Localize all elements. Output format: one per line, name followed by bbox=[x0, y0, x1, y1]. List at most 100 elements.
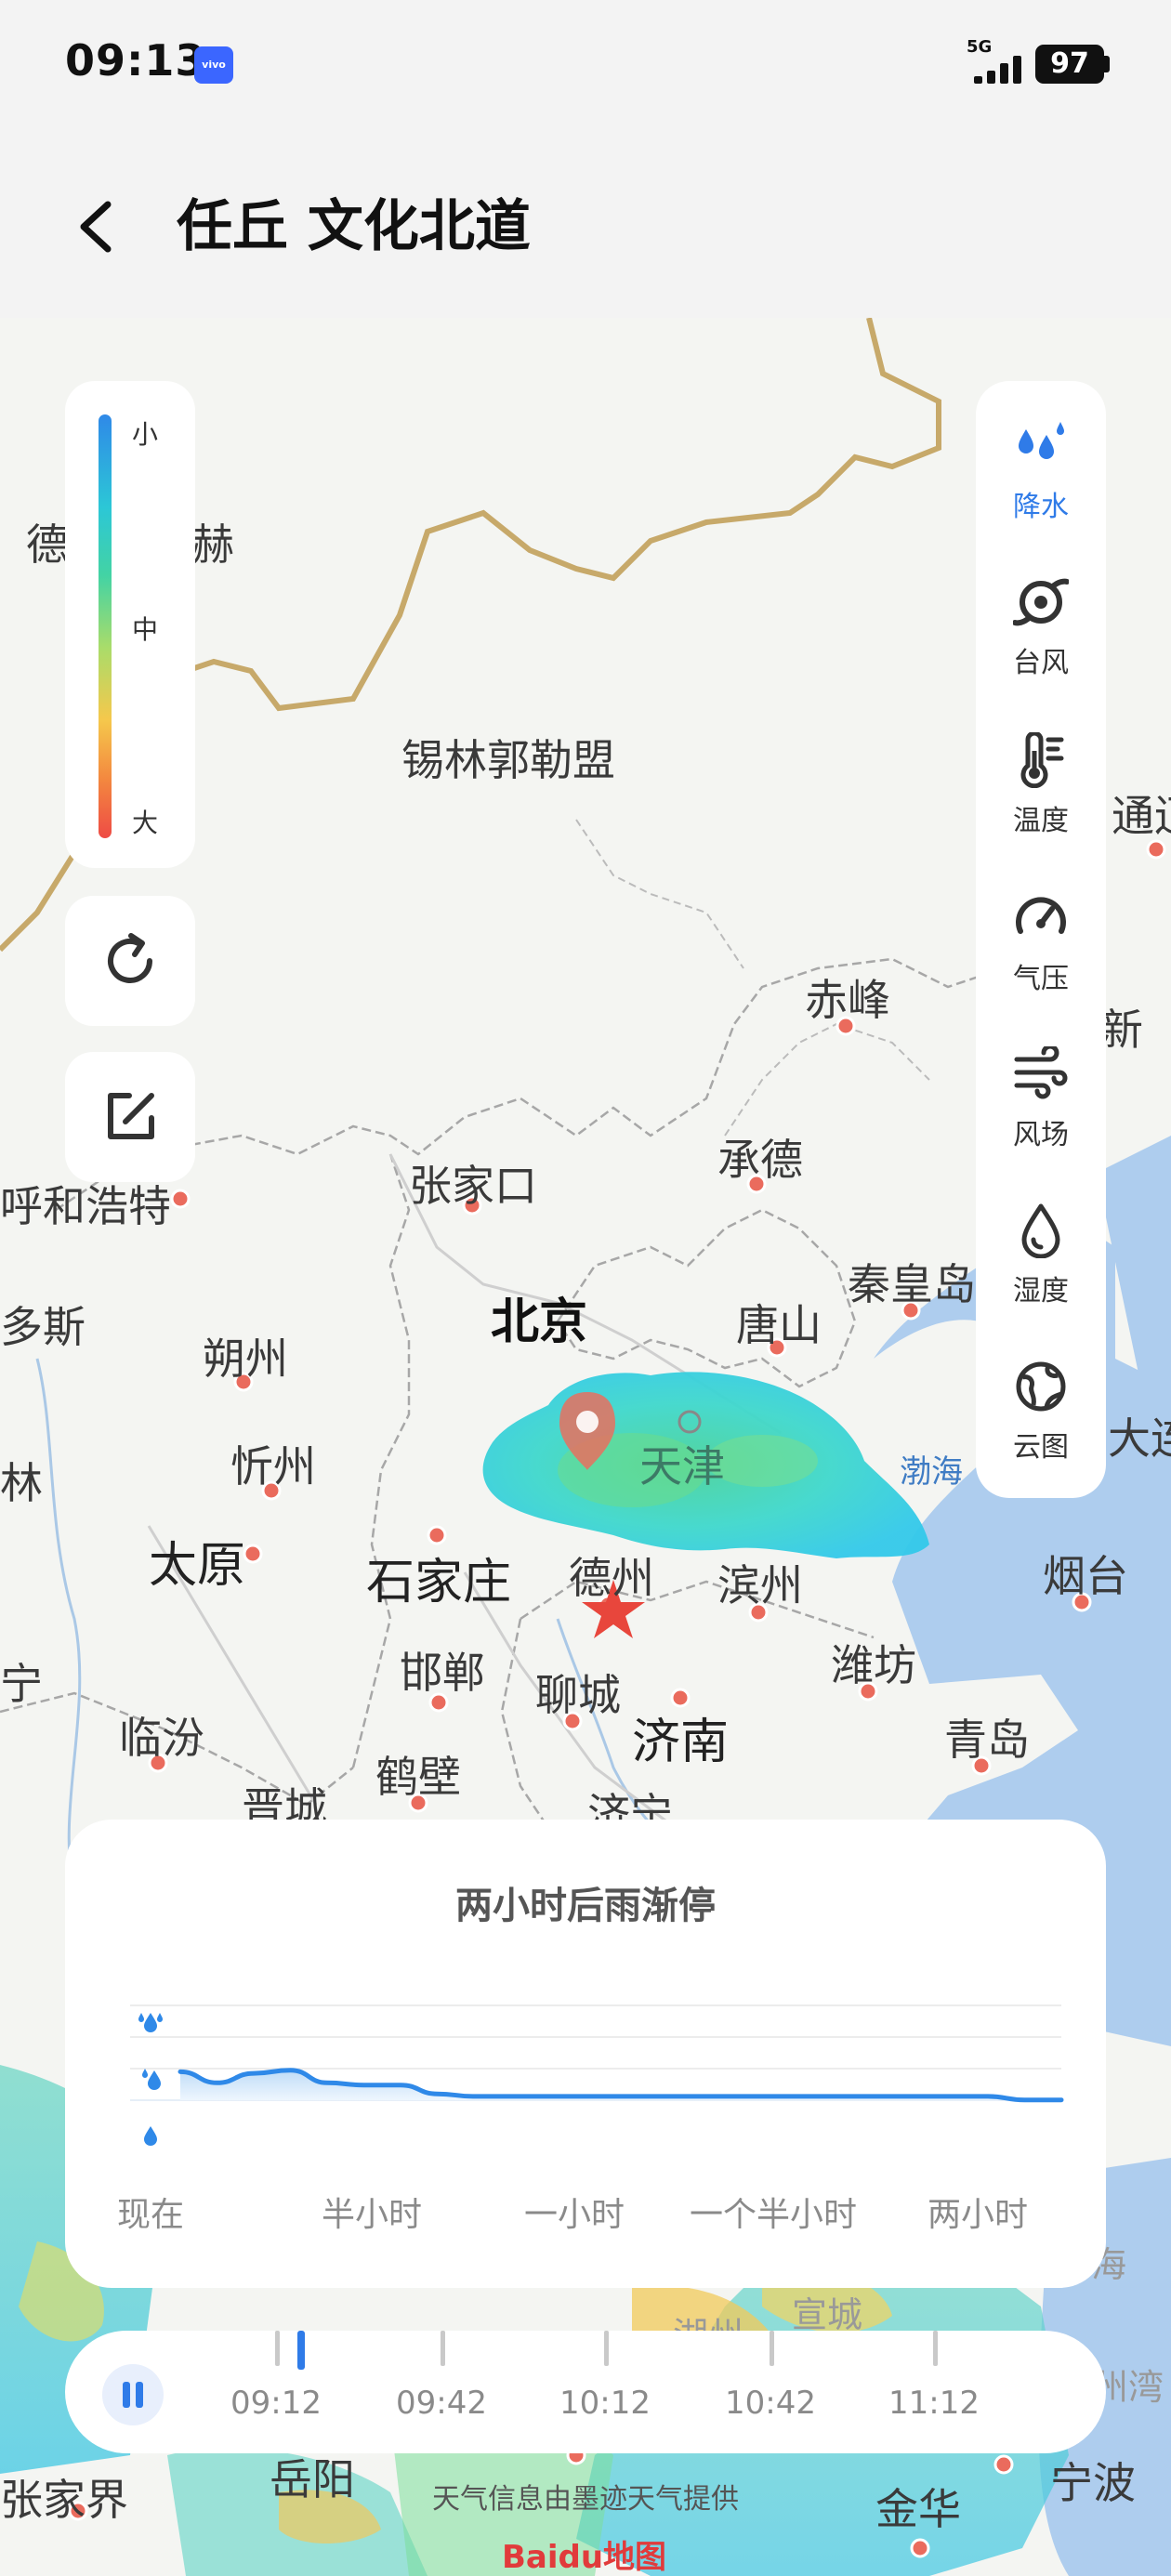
battery-indicator: 97 bbox=[1035, 45, 1104, 84]
layer-wind-label: 风场 bbox=[1013, 1119, 1069, 1151]
layer-pressure-label: 气压 bbox=[1013, 963, 1069, 995]
edit-icon bbox=[108, 1093, 154, 1139]
map-label-xuancheng: 宣城 bbox=[792, 2294, 863, 2335]
layer-cloud[interactable]: 云图 bbox=[976, 1359, 1106, 1498]
timeline-tick bbox=[275, 2331, 280, 2366]
map-label-lin: 林 bbox=[0, 1458, 43, 1508]
map-label-hebi: 鹤壁 bbox=[375, 1752, 461, 1802]
tick-label-now: 现在 bbox=[117, 2196, 185, 2234]
battery-tip bbox=[1104, 56, 1110, 72]
map-label-shijiazhuang: 石家庄 bbox=[366, 1555, 512, 1610]
map-label-bohai: 渤海 bbox=[900, 1453, 963, 1491]
legend-high-label: 大 bbox=[132, 808, 159, 838]
brand-chip: vivo bbox=[194, 46, 233, 84]
layer-temperature[interactable]: 温度 bbox=[976, 732, 1106, 872]
map-label-xilin: 锡林郭勒盟 bbox=[401, 735, 615, 785]
layer-humidity-label: 湿度 bbox=[1013, 1275, 1069, 1308]
map-label-chengde: 承德 bbox=[717, 1135, 803, 1185]
page-title: 任丘 文化北道 bbox=[177, 194, 531, 259]
timeline-time: 10:12 bbox=[559, 2385, 651, 2422]
map-label-anning: 宁 bbox=[0, 1659, 43, 1709]
timeline-tick bbox=[604, 2331, 609, 2366]
map-label-jinan: 济南 bbox=[632, 1715, 730, 1770]
layer-typhoon-label: 台风 bbox=[1013, 647, 1069, 679]
forecast-title: 两小时后雨渐停 bbox=[455, 1885, 716, 1927]
refresh-button[interactable] bbox=[65, 896, 195, 1026]
signal-icon bbox=[974, 56, 1021, 84]
timeline-time: 09:12 bbox=[230, 2385, 322, 2422]
rain-forecast-card: 两小时后雨渐停 现在 半小时 一小时 一个半小时 两小时 bbox=[65, 1820, 1106, 2288]
layer-typhoon[interactable]: 台风 bbox=[976, 574, 1106, 714]
layer-temperature-label: 温度 bbox=[1013, 805, 1069, 837]
layer-cloud-label: 云图 bbox=[1013, 1431, 1069, 1464]
layer-humidity[interactable]: 湿度 bbox=[976, 1203, 1106, 1342]
thermometer-icon bbox=[1020, 732, 1064, 788]
map-label-de: 德 bbox=[26, 519, 69, 570]
timeline-cursor[interactable] bbox=[297, 2331, 305, 2370]
map-label-tongliao: 通辽 bbox=[1112, 791, 1171, 841]
pause-icon-bar-right bbox=[136, 2382, 143, 2408]
map-label-he: 赫 bbox=[191, 519, 234, 570]
clock: 09:13 bbox=[65, 35, 206, 85]
map-label-duosi: 多斯 bbox=[0, 1302, 86, 1352]
timeline-tick bbox=[933, 2331, 938, 2366]
tick-label-one-half-hour: 一个半小时 bbox=[690, 2196, 858, 2234]
timeline-time: 11:12 bbox=[888, 2385, 980, 2422]
map-label-liaocheng: 聊城 bbox=[535, 1670, 621, 1720]
data-attribution: 天气信息由墨迹天气提供 bbox=[432, 2483, 739, 2516]
map-label-zhangjiakou: 张家口 bbox=[409, 1161, 537, 1211]
timeline-tick bbox=[441, 2331, 445, 2366]
rain-drops-icon bbox=[1019, 422, 1064, 459]
typhoon-icon bbox=[1013, 578, 1069, 626]
pause-icon-bar-left bbox=[123, 2382, 130, 2408]
globe-icon bbox=[1016, 1361, 1066, 1412]
chart-level-icons bbox=[138, 2013, 163, 2146]
back-icon[interactable] bbox=[72, 193, 121, 260]
legend-low-label: 小 bbox=[132, 419, 159, 450]
tick-label-one-hour: 一小时 bbox=[524, 2196, 625, 2234]
map-label-shuozhou: 朔州 bbox=[203, 1334, 288, 1384]
refresh-icon bbox=[108, 933, 152, 983]
level-light-icon bbox=[144, 2126, 157, 2146]
map-label-taiyuan: 太原 bbox=[149, 1538, 246, 1594]
legend-gradient-bar bbox=[99, 414, 112, 838]
map-label-qingdao: 青岛 bbox=[944, 1715, 1030, 1765]
map-label-xin: 新 bbox=[1100, 1005, 1143, 1055]
pause-button[interactable] bbox=[102, 2364, 164, 2425]
status-bar: 09:13 vivo 5G 97 bbox=[0, 0, 1171, 130]
layer-wind[interactable]: 风场 bbox=[976, 1046, 1106, 1186]
map-label-tangshan: 唐山 bbox=[736, 1300, 822, 1350]
rain-chart bbox=[130, 2004, 1064, 2146]
humidity-drop-icon bbox=[1021, 1203, 1060, 1258]
legend-mid-label: 中 bbox=[132, 614, 159, 645]
map-label-beijing: 北京 bbox=[491, 1295, 588, 1350]
map-label-linfen: 临汾 bbox=[119, 1713, 204, 1763]
map-label-chifeng: 赤峰 bbox=[805, 975, 890, 1025]
map-label-yantai: 烟台 bbox=[1043, 1551, 1128, 1601]
tick-label-two-hours: 两小时 bbox=[928, 2196, 1029, 2234]
precipitation-legend: 小 中 大 bbox=[65, 381, 195, 868]
timeline-time: 10:42 bbox=[725, 2385, 816, 2422]
map-label-qinhuangdao: 秦皇岛 bbox=[848, 1259, 976, 1309]
gauge-icon bbox=[1016, 897, 1066, 934]
map-label-xinzhou: 忻州 bbox=[230, 1441, 316, 1492]
timeline-tick bbox=[770, 2331, 774, 2366]
edit-button[interactable] bbox=[65, 1052, 195, 1182]
map-label-dezhou: 德州 bbox=[569, 1553, 654, 1603]
map-label-tianjin: 天津 bbox=[639, 1441, 725, 1492]
map-label-binzhou: 滨州 bbox=[717, 1560, 803, 1610]
map-label-dalian: 大连 bbox=[1108, 1413, 1171, 1464]
layer-precipitation[interactable]: 降水 bbox=[976, 418, 1106, 558]
layer-pressure[interactable]: 气压 bbox=[976, 890, 1106, 1030]
wind-icon bbox=[1014, 1046, 1068, 1099]
baidu-map-logo: Baidu地图 bbox=[502, 2539, 667, 2576]
level-heavy-icon bbox=[138, 2013, 163, 2032]
layer-precipitation-label: 降水 bbox=[1013, 491, 1069, 523]
layer-panel: 降水 台风 温度 气压 风场 湿度 云图 bbox=[976, 381, 1106, 1498]
map-label-weifang: 潍坊 bbox=[831, 1640, 916, 1690]
map-label-handan: 邯郸 bbox=[400, 1648, 485, 1698]
timeline-player: 09:12 09:42 10:12 10:42 11:12 bbox=[65, 2331, 1106, 2453]
level-moderate-icon bbox=[142, 2069, 161, 2090]
timeline-time: 09:42 bbox=[396, 2385, 487, 2422]
tick-label-half-hour: 半小时 bbox=[322, 2196, 423, 2234]
